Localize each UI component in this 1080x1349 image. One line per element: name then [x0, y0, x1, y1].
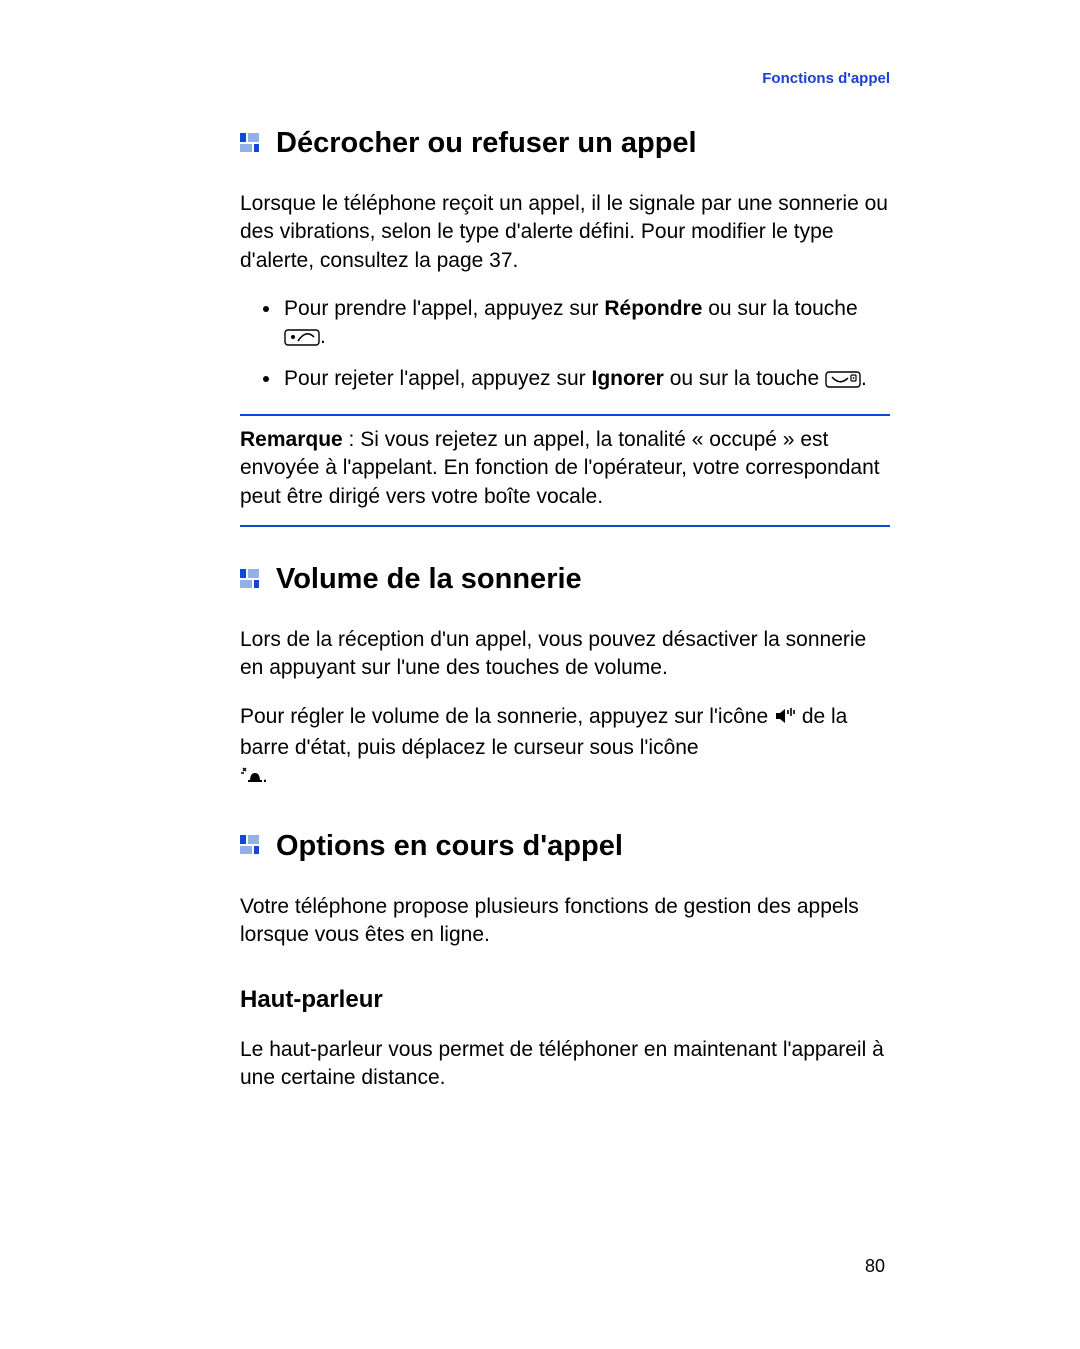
- note-label: Remarque: [240, 428, 343, 451]
- heading-text: Options en cours d'appel: [276, 830, 623, 863]
- bullet-list: Pour prendre l'appel, appuyez sur Répond…: [240, 295, 890, 396]
- paragraph: Le haut-parleur vous permet de téléphone…: [240, 1036, 890, 1093]
- section-bullet-icon: [240, 835, 262, 857]
- call-key-icon: [284, 326, 320, 354]
- heading-in-call-options: Options en cours d'appel: [240, 830, 890, 863]
- heading-ring-volume: Volume de la sonnerie: [240, 563, 890, 596]
- document-page: Fonctions d'appel Décrocher ou refuser u…: [0, 0, 1080, 1349]
- paragraph: Votre téléphone propose plusieurs foncti…: [240, 893, 890, 950]
- heading-text: Volume de la sonnerie: [276, 563, 582, 596]
- subheading-speaker: Haut-parleur: [240, 986, 890, 1014]
- section-bullet-icon: [240, 569, 262, 591]
- heading-answer-reject: Décrocher ou refuser un appel: [240, 127, 890, 160]
- paragraph: Lors de la réception d'un appel, vous po…: [240, 626, 890, 683]
- list-item: Pour rejeter l'appel, appuyez sur Ignore…: [282, 365, 890, 396]
- heading-text: Décrocher ou refuser un appel: [276, 127, 697, 160]
- bell-slider-icon: [240, 765, 262, 793]
- list-item: Pour prendre l'appel, appuyez sur Répond…: [282, 295, 890, 355]
- paragraph: Pour régler le volume de la sonnerie, ap…: [240, 703, 890, 794]
- bold-label: Ignorer: [592, 367, 664, 390]
- section-header-link[interactable]: Fonctions d'appel: [240, 70, 890, 87]
- end-key-icon: [825, 368, 861, 396]
- note-box: Remarque : Si vous rejetez un appel, la …: [240, 414, 890, 527]
- paragraph: Lorsque le téléphone reçoit un appel, il…: [240, 190, 890, 275]
- section-bullet-icon: [240, 133, 262, 155]
- page-number: 80: [865, 1256, 885, 1277]
- speaker-vibrate-icon: [774, 706, 796, 734]
- bold-label: Répondre: [604, 297, 702, 320]
